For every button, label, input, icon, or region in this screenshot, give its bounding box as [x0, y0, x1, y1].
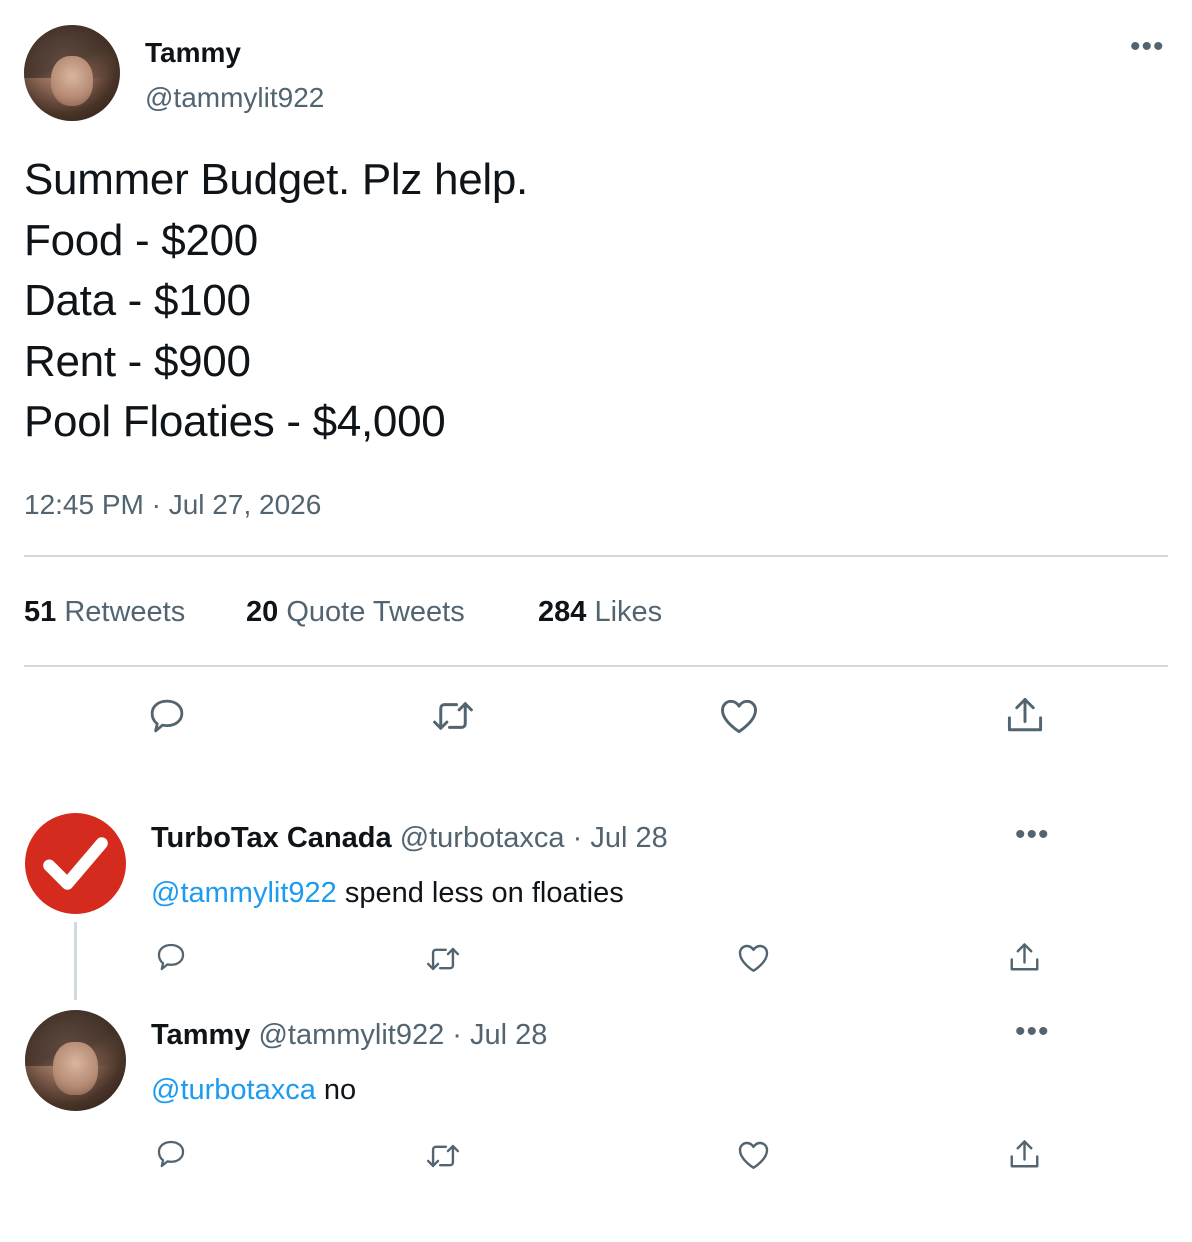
reply-date[interactable]: · Jul 28	[452, 1019, 547, 1051]
reply-text: spend less on floaties	[336, 877, 624, 909]
author-name[interactable]: Tammy	[145, 37, 241, 69]
tweet-line: Summer Budget. Plz help.	[24, 155, 528, 204]
divider-top	[24, 555, 1168, 557]
heart-icon	[738, 944, 769, 972]
share-icon	[1010, 1140, 1039, 1168]
reply-mention-link[interactable]: @turbotaxca	[151, 1074, 316, 1106]
likes-count: 284	[538, 596, 587, 628]
reply-2-avatar[interactable]	[25, 1010, 126, 1111]
likes-stat[interactable]: 284 Likes	[538, 596, 662, 629]
reply-header: Tammy @tammylit922 · Jul 28	[151, 1019, 547, 1052]
tweet-line: Food - $200	[24, 215, 258, 265]
share-icon	[1010, 943, 1039, 971]
heart-icon	[738, 1141, 769, 1169]
author-avatar[interactable]	[24, 25, 120, 121]
author-handle[interactable]: @tammylit922	[145, 82, 324, 114]
reply-2-reply-button[interactable]	[153, 1137, 189, 1171]
retweet-button[interactable]	[428, 695, 478, 737]
quote-tweets-stat[interactable]: 20 Quote Tweets	[246, 596, 465, 629]
reply-button[interactable]	[145, 695, 189, 737]
retweets-count: 51	[24, 596, 57, 628]
quote-tweets-label: Quote Tweets	[286, 596, 465, 628]
turbotax-avatar[interactable]	[25, 813, 126, 914]
share-button[interactable]	[1003, 694, 1047, 738]
reply-author-name[interactable]: Tammy	[151, 1019, 250, 1051]
reply-icon	[150, 699, 184, 733]
reply-author-handle[interactable]: @turbotaxca	[400, 822, 565, 854]
reply-icon	[157, 1140, 185, 1168]
likes-label: Likes	[594, 596, 663, 628]
reply-2-retweet-button[interactable]	[422, 1139, 464, 1173]
avatar-face	[50, 55, 94, 106]
reply-more-button[interactable]: •••	[1015, 1017, 1050, 1047]
reply-1-share-button[interactable]	[1006, 940, 1043, 976]
tweet-line: Pool Floaties - $4,000	[24, 397, 446, 446]
reply-1-retweet-button[interactable]	[422, 942, 464, 976]
reply-2-share-button[interactable]	[1006, 1137, 1043, 1173]
checkmark-icon	[43, 837, 108, 890]
reply-mention-link[interactable]: @tammylit922	[151, 877, 337, 909]
reply-more-button[interactable]: •••	[1015, 820, 1050, 850]
tweet-line: Data - $100	[24, 276, 251, 325]
reply-text: no	[315, 1074, 357, 1106]
retweet-icon	[433, 702, 473, 730]
heart-icon	[721, 699, 757, 734]
reply-body: @tammylit922 spend less on floaties	[151, 877, 624, 910]
quote-tweets-count: 20	[246, 596, 279, 628]
retweet-icon	[426, 947, 460, 971]
retweets-stat[interactable]: 51 Retweets	[24, 596, 185, 629]
reply-icon	[157, 943, 185, 971]
more-options-button[interactable]: •••	[1130, 32, 1165, 62]
reply-header: TurboTax Canada @turbotaxca · Jul 28	[151, 822, 668, 855]
retweet-icon	[426, 1144, 460, 1168]
avatar-face	[53, 1042, 98, 1095]
tweet-line: Rent - $900	[24, 336, 251, 386]
tweet-body: Summer Budget. Plz help. Food - $200 Dat…	[24, 150, 1124, 453]
reply-author-handle[interactable]: @tammylit922	[258, 1019, 444, 1051]
tweet-timestamp[interactable]: 12:45 PM · Jul 27, 2026	[24, 489, 321, 521]
retweets-label: Retweets	[64, 596, 186, 628]
share-icon	[1007, 698, 1043, 732]
reply-date[interactable]: · Jul 28	[573, 822, 668, 854]
like-button[interactable]	[717, 694, 761, 738]
reply-1-reply-button[interactable]	[153, 940, 189, 974]
divider-bottom	[24, 665, 1168, 667]
reply-1-like-button[interactable]	[735, 940, 772, 976]
thread-connector	[74, 922, 77, 1000]
reply-body: @turbotaxca no	[151, 1074, 356, 1107]
reply-2-like-button[interactable]	[735, 1137, 772, 1173]
reply-author-name[interactable]: TurboTax Canada	[151, 822, 392, 854]
